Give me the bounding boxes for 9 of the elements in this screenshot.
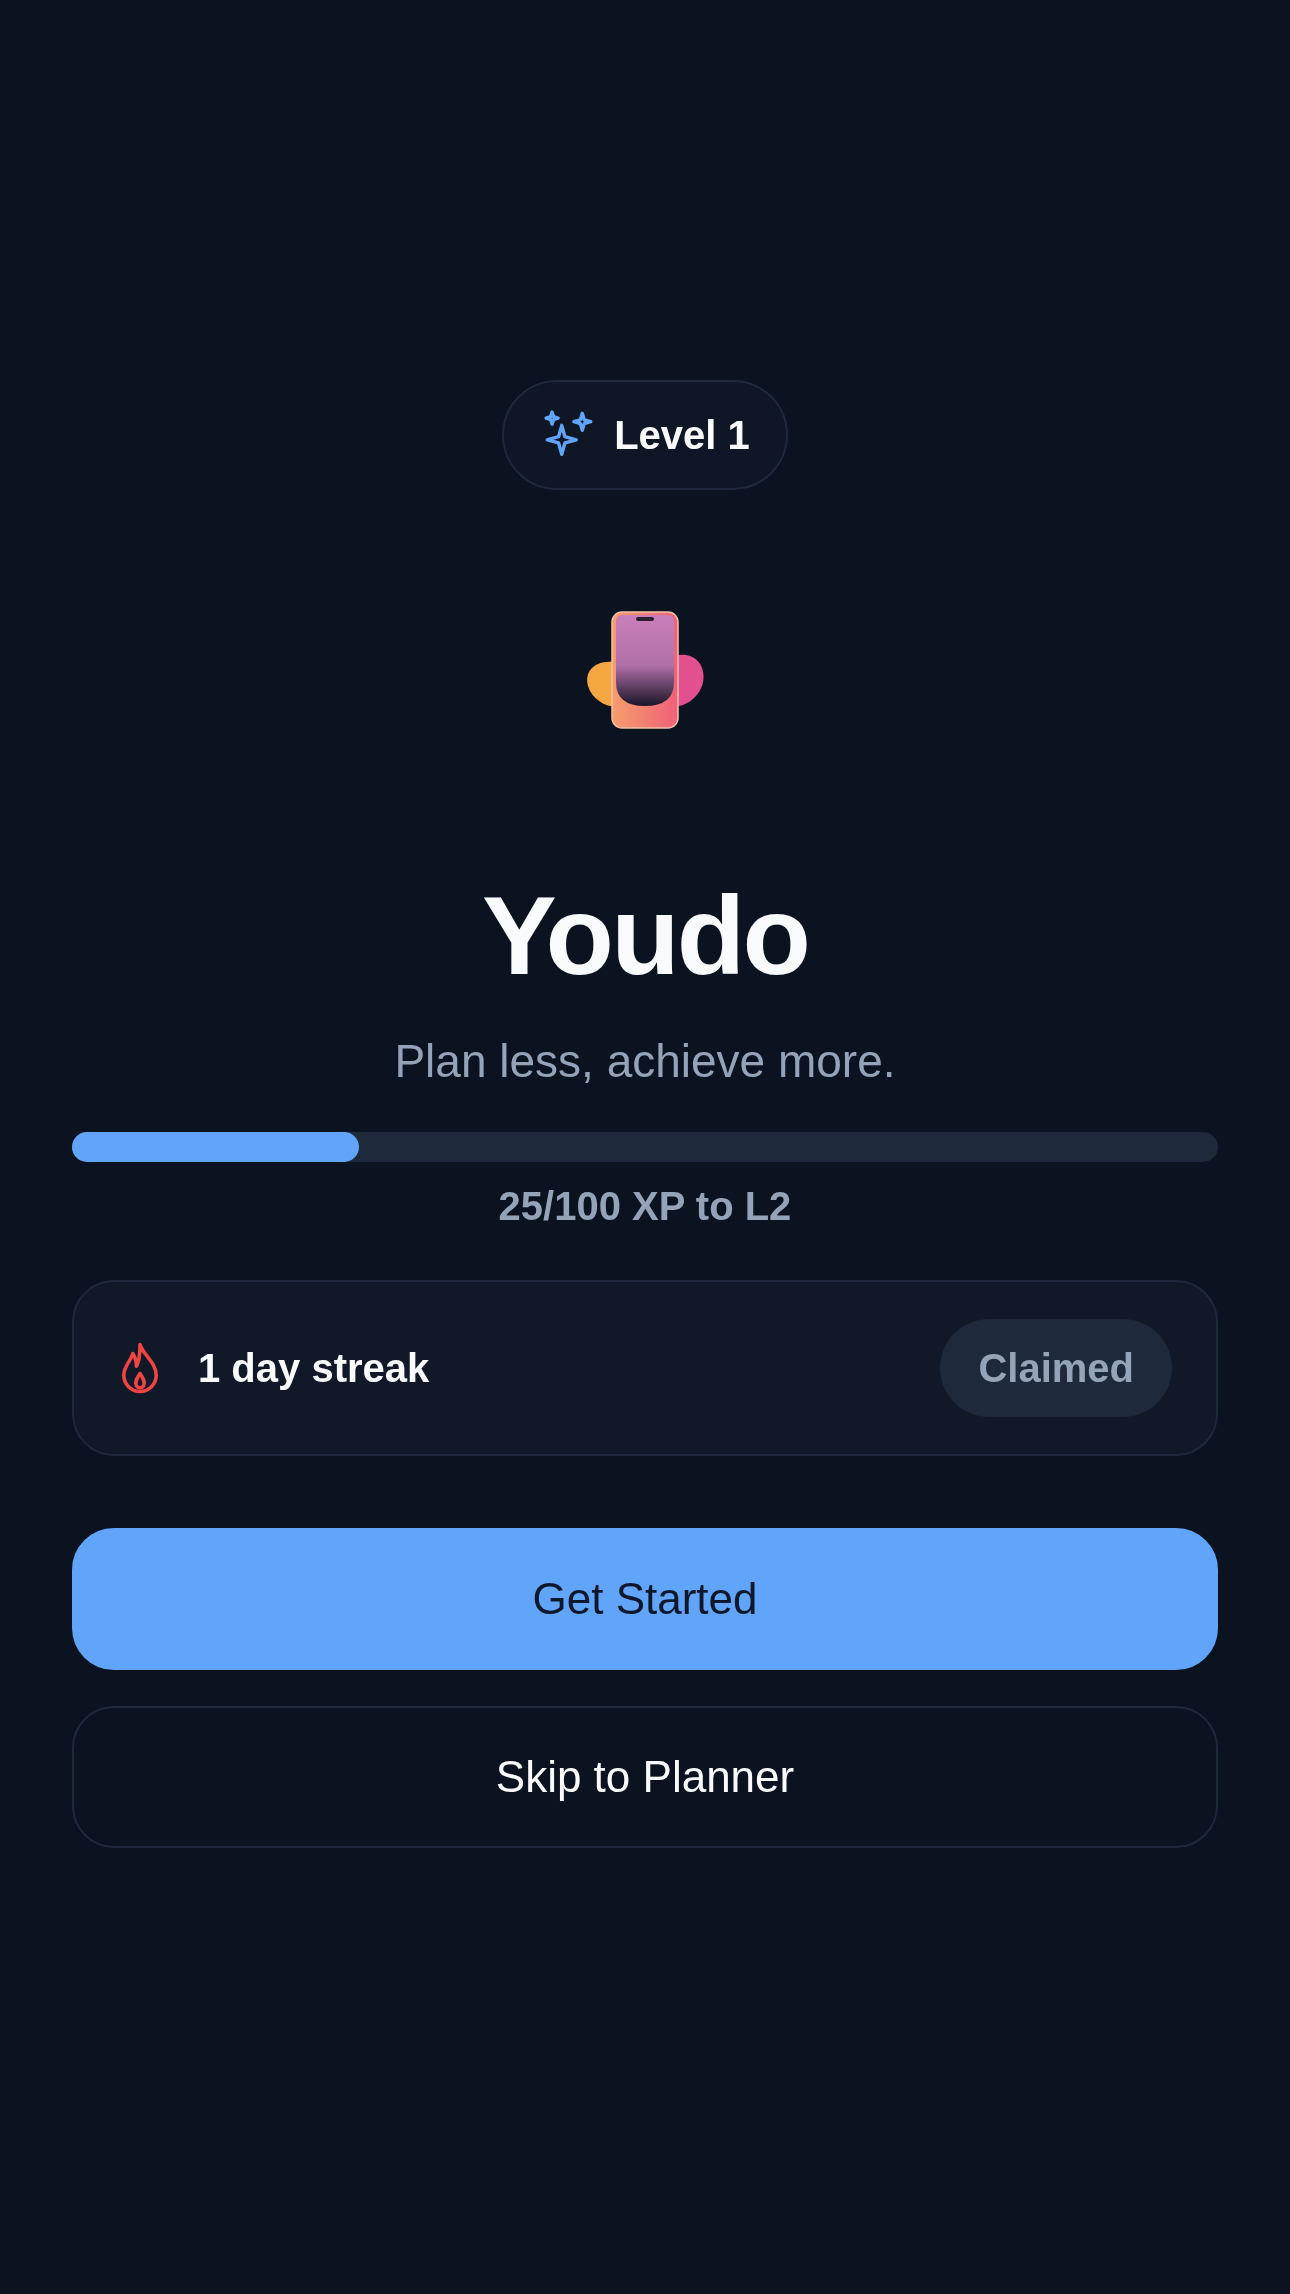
skip-button[interactable]: Skip to Planner [72, 1706, 1218, 1848]
get-started-button[interactable]: Get Started [72, 1528, 1218, 1670]
level-label: Level 1 [614, 412, 750, 459]
claimed-chip: Claimed [940, 1319, 1172, 1417]
phone-icon [584, 610, 706, 730]
xp-label: 25/100 XP to L2 [498, 1186, 792, 1226]
tagline: Plan less, achieve more. [394, 1038, 896, 1084]
app-title: Youdo [481, 880, 809, 992]
streak-label: 1 day streak [198, 1345, 430, 1392]
